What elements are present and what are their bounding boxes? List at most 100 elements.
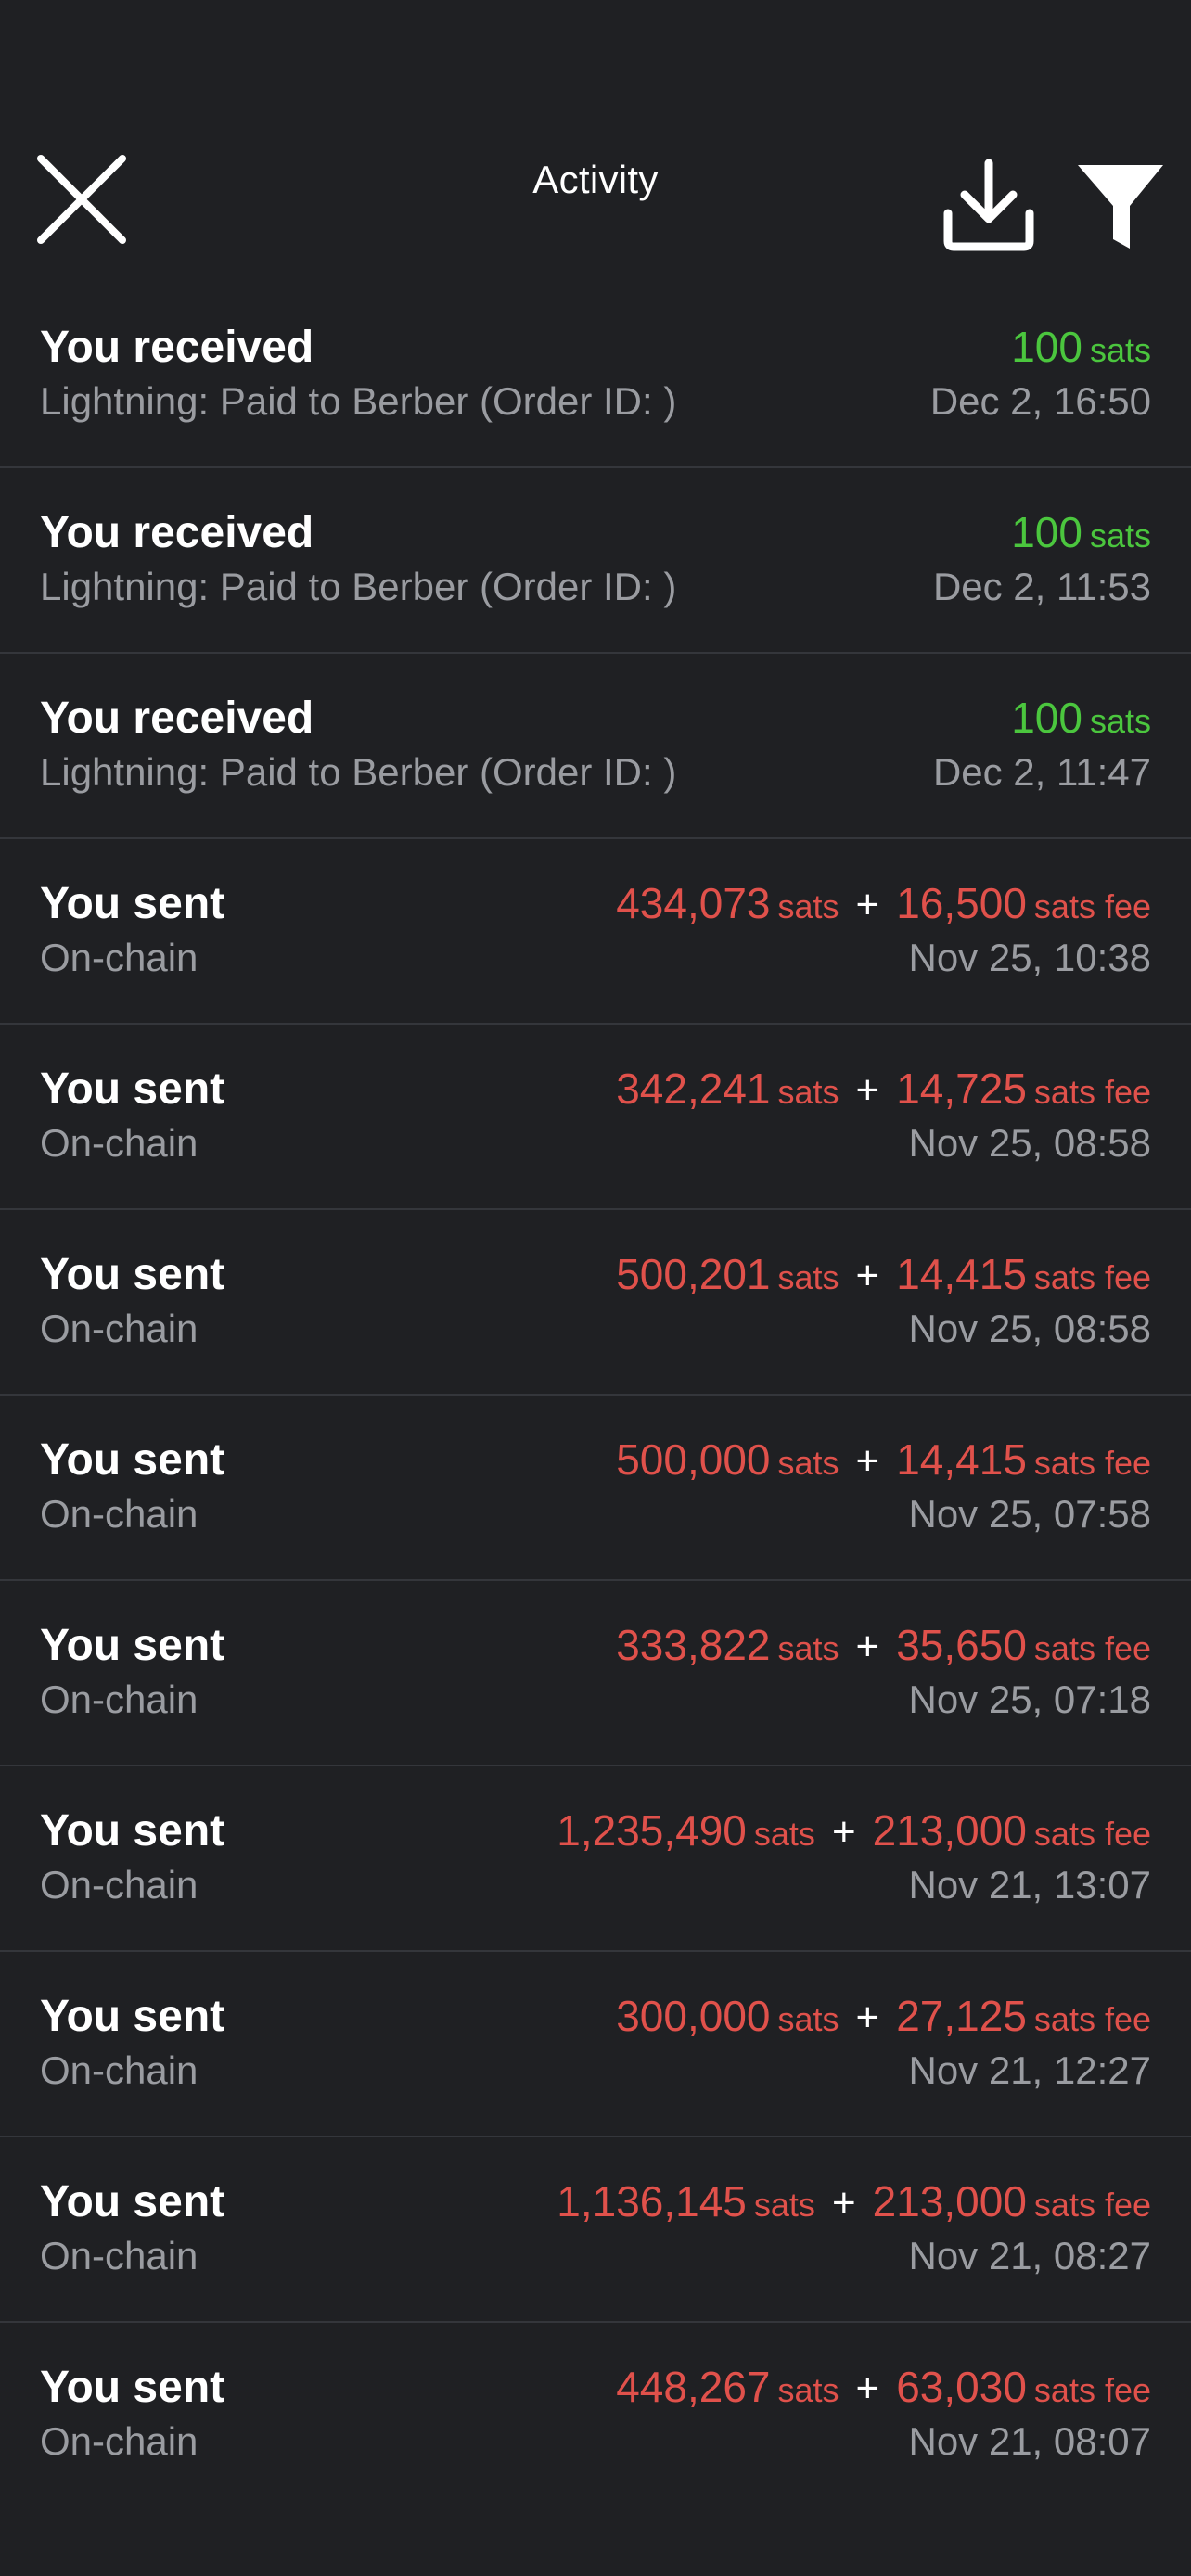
header: Activity <box>0 0 1191 287</box>
transaction-unit: sats <box>777 2371 839 2409</box>
transaction-subtitle: On-chain <box>40 2048 198 2092</box>
transaction-amounts: 342,241 sats +14,725 sats fee <box>616 1064 1151 1114</box>
transaction-date: Nov 21, 13:07 <box>908 1863 1151 1906</box>
transaction-row[interactable]: You sent On-chain 1,235,490 sats +213,000 sat… <box>0 1766 1191 1952</box>
transaction-unit: sats <box>753 1815 815 1853</box>
transaction-title: You sent <box>40 2177 225 2226</box>
transaction-unit: sats <box>777 1258 839 1296</box>
transaction-date: Nov 25, 10:38 <box>908 936 1151 979</box>
transaction-row[interactable]: You received Lightning: Paid to Berber (O… <box>0 654 1191 839</box>
transaction-amounts: 100 sats <box>1011 693 1151 743</box>
transaction-unit: sats <box>777 2000 839 2038</box>
transaction-amount: 100 <box>1011 694 1082 742</box>
transaction-fee: 14,725 <box>896 1065 1027 1113</box>
transaction-unit: sats <box>1089 516 1151 555</box>
plus-sign: + <box>855 1995 880 2040</box>
plus-sign: + <box>855 882 880 927</box>
plus-sign: + <box>855 1438 880 1484</box>
transaction-subtitle: Lightning: Paid to Berber (Order ID: ) <box>40 379 677 423</box>
transaction-unit: sats <box>777 1073 839 1111</box>
transaction-subtitle: On-chain <box>40 1307 198 1350</box>
transaction-amount: 500,000 <box>616 1435 771 1484</box>
transaction-row[interactable]: You sent On-chain 448,267 sats +63,030 sats f… <box>0 2323 1191 2508</box>
transaction-title: You sent <box>40 879 225 928</box>
transaction-fee-unit: sats fee <box>1033 1815 1151 1853</box>
transaction-fee: 14,415 <box>896 1250 1027 1298</box>
transaction-amount: 434,073 <box>616 879 771 927</box>
transaction-title: You sent <box>40 1992 225 2041</box>
transaction-date: Nov 25, 07:58 <box>908 1492 1151 1536</box>
transaction-date: Nov 25, 08:58 <box>908 1121 1151 1165</box>
plus-sign: + <box>831 2180 856 2225</box>
transaction-subtitle: On-chain <box>40 936 198 979</box>
transaction-subtitle: On-chain <box>40 1863 198 1906</box>
transaction-date: Dec 2, 16:50 <box>929 379 1151 423</box>
transaction-title: You sent <box>40 1621 225 1670</box>
transaction-fee: 14,415 <box>896 1435 1027 1484</box>
transaction-amount: 448,267 <box>616 2363 771 2411</box>
transaction-amounts: 100 sats <box>1011 322 1151 372</box>
transaction-row[interactable]: You sent On-chain 300,000 sats +27,125 sats f… <box>0 1952 1191 2137</box>
transaction-date: Nov 21, 12:27 <box>908 2048 1151 2092</box>
transaction-amounts: 1,136,145 sats +213,000 sats fee <box>557 2176 1151 2226</box>
plus-sign: + <box>855 2366 880 2411</box>
transaction-list: You received Lightning: Paid to Berber (O… <box>0 283 1191 2508</box>
transaction-row[interactable]: You sent On-chain 434,073 sats +16,500 sats f… <box>0 839 1191 1025</box>
transaction-row[interactable]: You sent On-chain 333,822 sats +35,650 sats f… <box>0 1581 1191 1766</box>
transaction-date: Nov 21, 08:07 <box>908 2419 1151 2463</box>
transaction-title: You received <box>40 694 314 743</box>
transaction-unit: sats <box>1089 702 1151 740</box>
transaction-fee-unit: sats fee <box>1033 2000 1151 2038</box>
transaction-title: You sent <box>40 2363 225 2412</box>
transaction-amount: 1,136,145 <box>557 2177 747 2225</box>
filter-button[interactable] <box>1076 159 1165 252</box>
transaction-fee-unit: sats fee <box>1033 2371 1151 2409</box>
transaction-amounts: 500,201 sats +14,415 sats fee <box>616 1249 1151 1299</box>
transaction-date: Nov 25, 07:18 <box>908 1677 1151 1721</box>
transaction-row[interactable]: You sent On-chain 1,136,145 sats +213,000 sat… <box>0 2137 1191 2323</box>
transaction-amount: 100 <box>1011 508 1082 556</box>
transaction-row[interactable]: You sent On-chain 342,241 sats +14,725 sats f… <box>0 1025 1191 1210</box>
transaction-date: Dec 2, 11:53 <box>932 565 1151 608</box>
transaction-amount: 342,241 <box>616 1065 771 1113</box>
transaction-date: Dec 2, 11:47 <box>932 750 1151 794</box>
filter-icon <box>1078 165 1163 249</box>
transaction-date: Nov 21, 08:27 <box>908 2234 1151 2277</box>
transaction-amount: 1,235,490 <box>557 1806 747 1855</box>
transaction-fee-unit: sats fee <box>1033 1629 1151 1667</box>
plus-sign: + <box>855 1067 880 1113</box>
transaction-fee: 63,030 <box>896 2363 1027 2411</box>
transaction-subtitle: Lightning: Paid to Berber (Order ID: ) <box>40 750 677 794</box>
transaction-unit: sats <box>777 887 839 925</box>
download-button[interactable] <box>942 159 1035 252</box>
transaction-fee-unit: sats fee <box>1033 887 1151 925</box>
transaction-unit: sats <box>1089 331 1151 369</box>
transaction-unit: sats <box>777 1629 839 1667</box>
transaction-amounts: 434,073 sats +16,500 sats fee <box>616 878 1151 928</box>
transaction-fee: 213,000 <box>872 1806 1027 1855</box>
transaction-row[interactable]: You received Lightning: Paid to Berber (O… <box>0 283 1191 468</box>
plus-sign: + <box>831 1809 856 1855</box>
transaction-amount: 100 <box>1011 323 1082 371</box>
transaction-fee-unit: sats fee <box>1033 1073 1151 1111</box>
transaction-amounts: 100 sats <box>1011 507 1151 557</box>
transaction-fee: 27,125 <box>896 1992 1027 2040</box>
transaction-row[interactable]: You received Lightning: Paid to Berber (O… <box>0 468 1191 654</box>
transaction-title: You received <box>40 323 314 372</box>
transaction-subtitle: On-chain <box>40 1492 198 1536</box>
transaction-unit: sats <box>777 1444 839 1482</box>
transaction-fee: 213,000 <box>872 2177 1027 2225</box>
transaction-amounts: 300,000 sats +27,125 sats fee <box>616 1991 1151 2041</box>
transaction-unit: sats <box>753 2186 815 2224</box>
transaction-amounts: 500,000 sats +14,415 sats fee <box>616 1435 1151 1485</box>
transaction-fee: 35,650 <box>896 1621 1027 1669</box>
transaction-title: You sent <box>40 1435 225 1485</box>
transaction-title: You sent <box>40 1806 225 1855</box>
transaction-row[interactable]: You sent On-chain 500,201 sats +14,415 sats f… <box>0 1210 1191 1396</box>
transaction-subtitle: On-chain <box>40 2234 198 2277</box>
transaction-amounts: 1,235,490 sats +213,000 sats fee <box>557 1805 1151 1855</box>
transaction-row[interactable]: You sent On-chain 500,000 sats +14,415 sats f… <box>0 1396 1191 1581</box>
transaction-amount: 333,822 <box>616 1621 771 1669</box>
download-icon <box>943 159 1034 251</box>
transaction-amounts: 448,267 sats +63,030 sats fee <box>616 2362 1151 2412</box>
